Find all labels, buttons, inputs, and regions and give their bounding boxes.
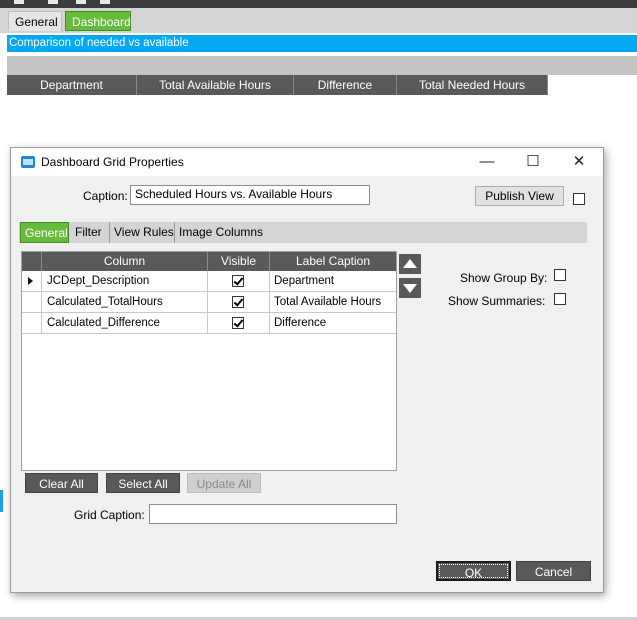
move-up-button[interactable] bbox=[399, 254, 421, 274]
tab-props-image-columns[interactable]: Image Columns bbox=[174, 222, 267, 243]
tab-props-general[interactable]: General bbox=[20, 222, 69, 243]
table-row[interactable]: Calculated_TotalHours Total Available Ho… bbox=[22, 292, 396, 313]
row-indicator bbox=[22, 292, 42, 312]
grid-header-visible[interactable]: Visible bbox=[208, 252, 270, 271]
publish-view-checkbox[interactable] bbox=[573, 193, 585, 205]
tab-props-view-rules[interactable]: View Rules bbox=[109, 222, 178, 243]
table-row[interactable]: JCDept_Description Department bbox=[22, 271, 396, 292]
help-icon[interactable] bbox=[100, 0, 110, 4]
visible-checkbox[interactable] bbox=[232, 275, 244, 287]
dashboard-banner: Comparison of needed vs available bbox=[7, 35, 637, 52]
cell-label-caption[interactable]: Department bbox=[270, 271, 396, 291]
visible-checkbox[interactable] bbox=[232, 317, 244, 329]
caption-label: Caption: bbox=[83, 189, 128, 203]
bg-grid-header-department[interactable]: Department bbox=[7, 75, 137, 95]
tab-props-filter[interactable]: Filter bbox=[71, 222, 106, 243]
cell-column[interactable]: Calculated_TotalHours bbox=[42, 292, 208, 312]
bg-grid-header-available[interactable]: Total Available Hours bbox=[137, 75, 294, 95]
table-row[interactable]: Calculated_Difference Difference bbox=[22, 313, 396, 334]
select-all-button[interactable]: Select All bbox=[106, 473, 180, 493]
show-group-by-label: Show Group By: bbox=[460, 271, 548, 285]
publish-view-button[interactable]: Publish View bbox=[475, 186, 564, 206]
search-icon[interactable] bbox=[76, 0, 86, 4]
row-indicator bbox=[22, 313, 42, 333]
update-all-button[interactable]: Update All bbox=[187, 473, 261, 493]
cell-visible[interactable] bbox=[208, 313, 270, 333]
move-down-button[interactable] bbox=[399, 278, 421, 298]
grid-caption-input[interactable] bbox=[149, 504, 397, 524]
cell-visible[interactable] bbox=[208, 292, 270, 312]
maximize-button[interactable]: ☐ bbox=[510, 148, 556, 176]
show-summaries-checkbox[interactable] bbox=[554, 293, 566, 305]
cell-label-caption[interactable]: Total Available Hours bbox=[270, 292, 396, 312]
cell-visible[interactable] bbox=[208, 271, 270, 291]
tab-dashboard[interactable]: Dashboard bbox=[65, 11, 131, 31]
menu-icon[interactable] bbox=[14, 0, 24, 4]
cancel-button[interactable]: Cancel bbox=[516, 561, 591, 581]
side-accent bbox=[0, 490, 3, 512]
caption-input[interactable]: Scheduled Hours vs. Available Hours bbox=[130, 185, 370, 205]
bg-grid-header-needed[interactable]: Total Needed Hours bbox=[397, 75, 548, 95]
ok-button[interactable]: OK bbox=[436, 561, 511, 581]
clear-all-button[interactable]: Clear All bbox=[25, 473, 98, 493]
grid-header-label-caption[interactable]: Label Caption bbox=[270, 252, 396, 271]
cell-column[interactable]: JCDept_Description bbox=[42, 271, 208, 291]
grid-header-column[interactable]: Column bbox=[42, 252, 208, 271]
app-toolbar bbox=[0, 0, 637, 8]
dialog-title: Dashboard Grid Properties bbox=[41, 155, 184, 169]
close-button[interactable]: ✕ bbox=[556, 148, 602, 176]
document-icon[interactable] bbox=[48, 0, 58, 4]
dialog-app-icon bbox=[21, 156, 35, 168]
columns-grid: Column Visible Label Caption JCDept_Desc… bbox=[21, 251, 397, 471]
current-row-arrow-icon bbox=[28, 277, 33, 285]
row-indicator bbox=[22, 271, 42, 291]
visible-checkbox[interactable] bbox=[232, 296, 244, 308]
grid-caption-label: Grid Caption: bbox=[74, 508, 145, 522]
grid-header-indicator bbox=[22, 252, 42, 271]
show-summaries-label: Show Summaries: bbox=[448, 294, 546, 308]
grid-group-area bbox=[7, 56, 637, 75]
minimize-button[interactable]: — bbox=[464, 148, 510, 176]
cell-column[interactable]: Calculated_Difference bbox=[42, 313, 208, 333]
bg-grid-header-difference[interactable]: Difference bbox=[294, 75, 397, 95]
tab-general[interactable]: General bbox=[8, 11, 62, 31]
dialog-titlebar[interactable]: Dashboard Grid Properties — ☐ ✕ bbox=[11, 148, 603, 176]
show-group-by-checkbox[interactable] bbox=[554, 269, 566, 281]
dashboard-grid-properties-dialog: Dashboard Grid Properties — ☐ ✕ Caption:… bbox=[10, 147, 604, 593]
cell-label-caption[interactable]: Difference bbox=[270, 313, 396, 333]
